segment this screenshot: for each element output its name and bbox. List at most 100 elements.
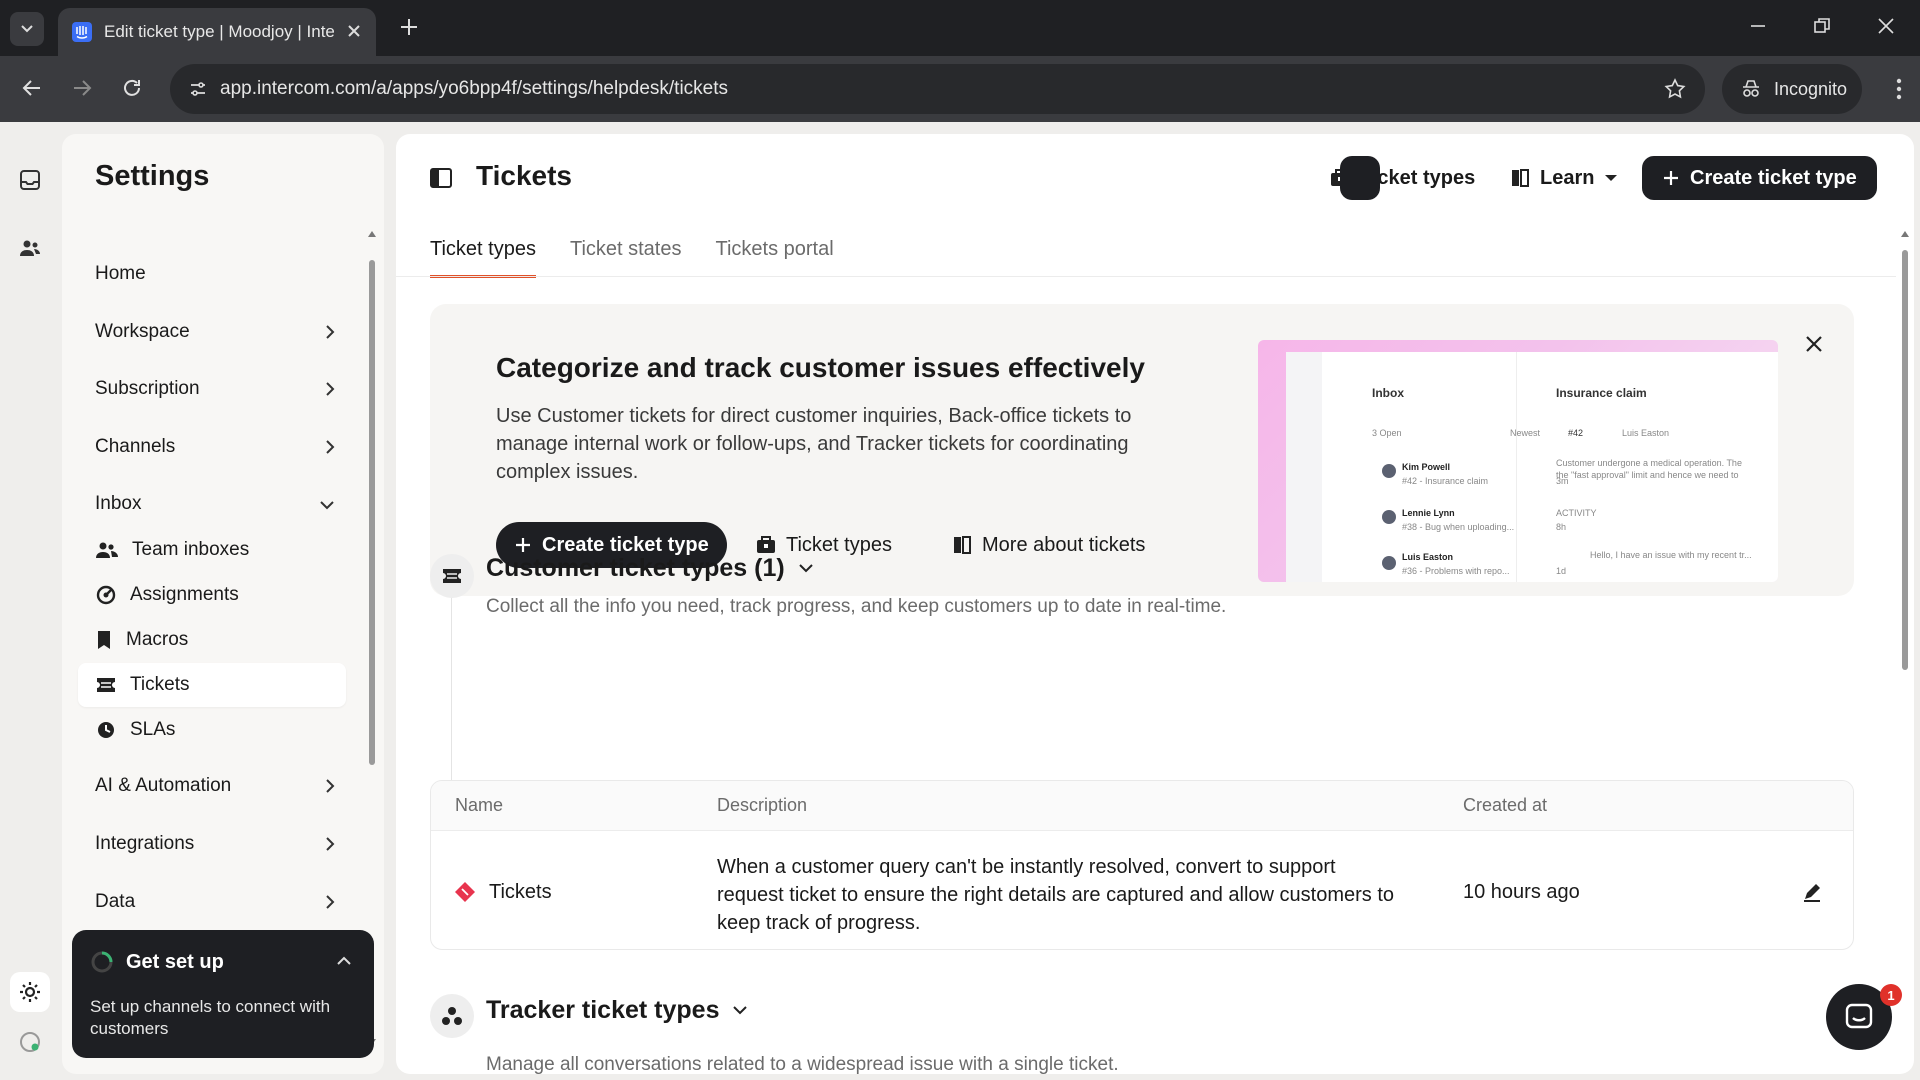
caret-down-icon <box>1605 175 1618 181</box>
ticket-icon <box>97 678 115 692</box>
preview-inbox-mockup: Inbox 3 Open Newest Kim Powell #42 - Ins… <box>1286 352 1778 582</box>
sidebar-item-ai-automation[interactable]: AI & Automation <box>95 764 335 808</box>
preview-row-name: Luis Easton <box>1402 552 1454 562</box>
bookmark-icon <box>98 631 110 649</box>
browser-address-bar: app.intercom.com/a/apps/yo6bpp4f/setting… <box>0 56 1920 122</box>
column-header-description: Description <box>717 795 808 815</box>
incognito-label: Incognito <box>1774 78 1848 99</box>
tracker-section-title[interactable]: Tracker ticket types <box>486 996 748 1025</box>
close-icon[interactable] <box>1804 334 1824 354</box>
setup-header: Get set up <box>90 950 224 974</box>
bookmark-star-icon[interactable] <box>1663 77 1687 101</box>
chevron-down-icon <box>798 564 813 573</box>
page-title: Tickets <box>476 160 572 191</box>
banner-text: Use Customer tickets for direct customer… <box>496 405 1132 483</box>
sidebar-toggle-icon[interactable] <box>430 168 452 188</box>
book-icon <box>954 536 971 554</box>
get-set-up-card[interactable]: Get set up Set up channels to connect wi… <box>72 930 374 1058</box>
ticket-types-icon <box>757 536 775 553</box>
ticket-type-created-at: 10 hours ago <box>1463 881 1580 903</box>
tab-ticket-states[interactable]: Ticket states <box>570 238 682 278</box>
create-ticket-type-header-button[interactable]: Create ticket type <box>1642 156 1877 200</box>
close-window-icon[interactable] <box>1876 16 1896 36</box>
contacts-app-icon[interactable] <box>18 236 42 260</box>
intercom-favicon-icon <box>72 22 92 42</box>
browser-tab-bar: Edit ticket type | Moodjoy | Inte <box>0 0 1920 56</box>
sidebar-subitem-tickets[interactable]: Tickets <box>78 663 346 707</box>
preview-inbox-title: Inbox <box>1372 386 1404 400</box>
clock-icon <box>98 722 114 738</box>
subitem-label: SLAs <box>130 719 176 740</box>
chevron-right-icon <box>326 382 335 396</box>
sidebar-item-label: Subscription <box>95 378 200 399</box>
tab-ticket-types[interactable]: Ticket types <box>430 238 536 278</box>
site-info-icon[interactable] <box>188 79 208 99</box>
sidebar-item-inbox[interactable]: Inbox <box>95 482 335 526</box>
settings-app-button[interactable] <box>10 972 50 1012</box>
sidebar-subitem-assignments[interactable]: Assignments <box>78 573 346 617</box>
gear-icon <box>20 982 40 1002</box>
customer-section-icon <box>430 554 474 598</box>
main-scrollbar[interactable] <box>1900 230 1910 1060</box>
reload-icon[interactable] <box>120 76 144 100</box>
banner-more-label: More about tickets <box>982 533 1146 556</box>
profile-status-icon[interactable] <box>18 1030 42 1054</box>
sidebar-subitem-team-inboxes[interactable]: Team inboxes <box>78 528 346 572</box>
browser-tab[interactable]: Edit ticket type | Moodjoy | Inte <box>58 8 376 56</box>
sidebar-subitem-slas[interactable]: SLAs <box>78 708 346 752</box>
inbox-app-icon[interactable] <box>18 168 42 192</box>
ticket-type-description: When a customer query can't be instantly… <box>717 856 1395 934</box>
sidebar-subitem-macros[interactable]: Macros <box>78 618 346 662</box>
tracker-section-icon <box>430 994 474 1038</box>
preview-row-sub: #42 - Insurance claim <box>1402 476 1489 486</box>
sidebar-item-workspace[interactable]: Workspace <box>95 310 335 354</box>
tab-search-button[interactable] <box>10 12 44 46</box>
assignment-icon <box>96 585 116 605</box>
edit-pencil-icon[interactable] <box>1801 881 1823 903</box>
sidebar-scroll-thumb[interactable] <box>369 260 375 765</box>
url-bar[interactable]: app.intercom.com/a/apps/yo6bpp4f/setting… <box>170 64 1705 114</box>
preview-activity: ACTIVITY <box>1556 508 1597 518</box>
subitem-label: Team inboxes <box>132 539 250 560</box>
minimize-icon[interactable] <box>1748 16 1768 36</box>
restore-icon[interactable] <box>1812 16 1832 36</box>
forward-icon[interactable] <box>70 76 94 100</box>
ticket-icon <box>443 569 461 583</box>
sidebar-scrollbar[interactable] <box>367 230 377 1050</box>
chevron-down-icon <box>733 1006 748 1015</box>
scroll-up-icon[interactable] <box>1900 230 1910 238</box>
customer-section-title[interactable]: Customer ticket types (1) <box>486 554 813 583</box>
scroll-up-icon[interactable] <box>367 230 377 238</box>
preview-assignee: Luis Easton <box>1622 428 1670 438</box>
incognito-indicator[interactable]: Incognito <box>1722 64 1862 114</box>
close-tab-icon[interactable] <box>346 23 362 39</box>
chat-icon <box>1845 1003 1873 1029</box>
chevron-up-icon[interactable] <box>336 956 352 966</box>
tracker-icon <box>442 1007 462 1025</box>
preview-divider <box>1516 352 1517 582</box>
sidebar-item-home[interactable]: Home <box>95 252 335 296</box>
tracker-section-title-text: Tracker ticket types <box>486 996 720 1024</box>
column-header-created-at: Created at <box>1463 795 1548 815</box>
sidebar-item-label: Data <box>95 891 136 912</box>
banner-more-about-tickets-link[interactable]: More about tickets <box>952 522 1145 568</box>
sidebar-item-channels[interactable]: Channels <box>95 425 335 469</box>
main-scroll-thumb[interactable] <box>1902 250 1908 670</box>
ticket-type-icon <box>455 882 475 902</box>
customer-section-title-text: Customer ticket types (1) <box>486 554 785 582</box>
sidebar-item-label: Channels <box>95 436 176 457</box>
ticket-type-name: Tickets <box>489 881 552 903</box>
tab-tickets-portal[interactable]: Tickets portal <box>715 238 833 278</box>
sidebar-item-label: AI & Automation <box>95 775 232 796</box>
preview-row-name: Kim Powell <box>1402 462 1451 472</box>
create-ticket-type-label: Create ticket type <box>1690 166 1857 189</box>
new-tab-icon[interactable] <box>398 16 420 38</box>
learn-label: Learn <box>1540 166 1595 189</box>
learn-dropdown-button[interactable]: Learn <box>1494 156 1634 200</box>
sidebar-item-subscription[interactable]: Subscription <box>95 367 335 411</box>
sidebar-item-integrations[interactable]: Integrations <box>95 822 335 866</box>
column-header-name: Name <box>455 795 504 815</box>
sidebar-item-data[interactable]: Data <box>95 880 335 924</box>
back-icon[interactable] <box>20 76 44 100</box>
browser-menu-icon[interactable] <box>1896 78 1902 100</box>
